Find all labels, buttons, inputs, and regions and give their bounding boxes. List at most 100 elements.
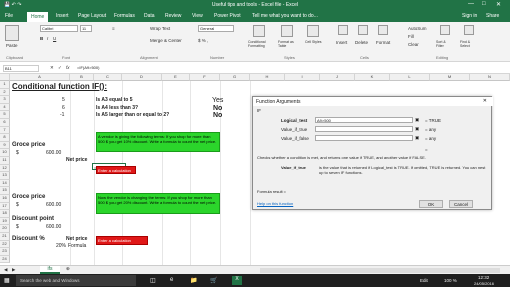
row-header[interactable]: 7: [0, 126, 10, 135]
excel-taskbar-icon[interactable]: X: [232, 276, 242, 285]
column-header[interactable]: D: [122, 74, 162, 81]
discount-point-value[interactable]: 600.00: [46, 224, 61, 230]
row-header[interactable]: 4: [0, 103, 10, 112]
ref-picker-icon[interactable]: ▣: [415, 126, 419, 132]
gross-price-value-2[interactable]: 600.00: [46, 202, 61, 208]
conditional-formatting-icon[interactable]: [253, 25, 265, 37]
cancel-icon[interactable]: ✕: [50, 65, 54, 71]
column-header[interactable]: A: [10, 74, 70, 81]
enter-calculation-2[interactable]: Enter a calculation: [96, 236, 148, 245]
value-if-true-input[interactable]: [315, 126, 413, 132]
minimize-icon[interactable]: —: [468, 1, 474, 7]
add-sheet-icon[interactable]: ⊕: [66, 266, 70, 272]
number-format-select[interactable]: General: [198, 25, 234, 32]
gross-price-value[interactable]: 600.00: [46, 150, 61, 156]
row-header[interactable]: 12: [0, 164, 10, 173]
row-header[interactable]: 17: [0, 202, 10, 211]
row-header[interactable]: 23: [0, 248, 10, 256]
column-header[interactable]: C: [94, 74, 122, 81]
row-header[interactable]: 13: [0, 172, 10, 180]
row-header[interactable]: 24: [0, 255, 10, 264]
enter-icon[interactable]: ✓: [58, 65, 62, 71]
delete-cells-button[interactable]: Delete: [355, 40, 368, 45]
column-header[interactable]: H: [250, 74, 285, 81]
answer-r4[interactable]: No: [213, 105, 222, 112]
answer-r3[interactable]: Yes: [212, 97, 223, 104]
row-header[interactable]: 6: [0, 119, 10, 127]
discount-point-label[interactable]: Discount point: [12, 216, 54, 222]
underline-icon[interactable]: U: [53, 36, 56, 41]
tell-me-search[interactable]: Tell me what you want to do...: [252, 13, 318, 19]
cancel-button[interactable]: Cancel: [449, 200, 473, 208]
gross-price-label-2[interactable]: Groce price: [12, 194, 45, 200]
row-header[interactable]: 11: [0, 157, 10, 165]
tab-file[interactable]: File: [5, 13, 13, 19]
enter-calculation-1[interactable]: Enter a calculation: [96, 166, 136, 174]
paste-icon[interactable]: [5, 25, 19, 41]
format-as-table-button[interactable]: Format as Table: [278, 40, 300, 48]
merge-center-button[interactable]: Merge & Center: [150, 38, 182, 43]
currency-icon[interactable]: $ % ,: [198, 38, 208, 43]
row-header[interactable]: 2: [0, 88, 10, 97]
cell-styles-icon[interactable]: [307, 25, 319, 37]
tab-page-layout[interactable]: Page Layout: [78, 13, 106, 19]
net-price-formula-2[interactable]: Formula: [68, 243, 86, 249]
question-r5[interactable]: Is A5 larger than or equal to 2?: [96, 112, 169, 118]
sign-in-link[interactable]: Sign in: [462, 13, 477, 19]
edge-icon[interactable]: e: [170, 277, 173, 283]
font-size-select[interactable]: 11: [80, 25, 92, 32]
sort-filter-button[interactable]: Sort & Filter: [436, 40, 454, 48]
cell-a5[interactable]: -1: [60, 112, 64, 118]
paste-button[interactable]: Paste: [6, 43, 18, 48]
italic-icon[interactable]: I: [47, 36, 48, 41]
scroll-left-icon[interactable]: ◀: [4, 267, 7, 273]
question-r4[interactable]: Is A4 less than 3?: [96, 105, 138, 111]
conditional-formatting-button[interactable]: Conditional Formatting: [248, 40, 272, 48]
sheet-tab-ifs[interactable]: ifs: [40, 266, 60, 274]
column-header[interactable]: K: [355, 74, 390, 81]
scroll-right-icon[interactable]: ▶: [12, 267, 15, 273]
horizontal-scrollbar[interactable]: [260, 268, 500, 273]
cell-styles-button[interactable]: Cell Styles: [305, 40, 323, 44]
column-header[interactable]: L: [390, 74, 430, 81]
row-header[interactable]: 14: [0, 179, 10, 188]
discount-percent-value[interactable]: 20%: [56, 243, 66, 249]
find-select-icon[interactable]: [464, 25, 474, 35]
discount-percent-label[interactable]: Discount %: [12, 236, 45, 242]
fill-button[interactable]: Fill: [408, 34, 414, 39]
tab-home[interactable]: Home: [27, 12, 49, 22]
maximize-icon[interactable]: □: [482, 1, 486, 7]
wrap-text-button[interactable]: Wrap Text: [150, 26, 170, 31]
answer-r5[interactable]: No: [213, 112, 222, 119]
dialog-close-icon[interactable]: ✕: [483, 98, 487, 104]
column-header[interactable]: B: [70, 74, 94, 81]
taskbar-search[interactable]: Search the web and Windows: [16, 275, 136, 286]
row-header[interactable]: 21: [0, 233, 10, 241]
help-link[interactable]: Help on this function: [257, 201, 293, 206]
column-header[interactable]: J: [320, 74, 355, 81]
column-header[interactable]: N: [470, 74, 510, 81]
column-header[interactable]: M: [430, 74, 470, 81]
find-select-button[interactable]: Find & Select: [460, 40, 478, 48]
row-header[interactable]: 1: [0, 81, 10, 89]
net-price-label-2[interactable]: Net price: [66, 236, 87, 242]
tab-view[interactable]: View: [192, 13, 203, 19]
row-header[interactable]: 19: [0, 217, 10, 226]
row-header[interactable]: 22: [0, 240, 10, 249]
cell-a4[interactable]: 6: [62, 105, 65, 111]
column-header[interactable]: E: [162, 74, 190, 81]
column-header[interactable]: F: [190, 74, 220, 81]
clock-time[interactable]: 12:32: [478, 275, 489, 280]
close-icon[interactable]: ✕: [496, 1, 501, 8]
row-header[interactable]: 8: [0, 134, 10, 142]
font-name-select[interactable]: Calibri: [40, 25, 78, 32]
row-header[interactable]: 16: [0, 195, 10, 203]
tab-review[interactable]: Review: [165, 13, 181, 19]
row-header[interactable]: 15: [0, 187, 10, 195]
logical-test-input[interactable]: A9>500: [315, 117, 413, 123]
zoom-level[interactable]: 100 %: [444, 278, 457, 283]
file-explorer-icon[interactable]: 📁: [190, 277, 197, 284]
tab-formulas[interactable]: Formulas: [114, 13, 135, 19]
column-header[interactable]: I: [285, 74, 320, 81]
tab-data[interactable]: Data: [144, 13, 155, 19]
